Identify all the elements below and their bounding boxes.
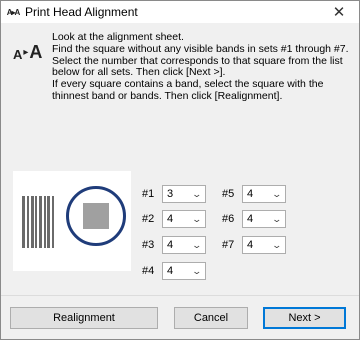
set-label-4: #4 <box>142 265 155 277</box>
set-value-6: 4 <box>247 213 254 225</box>
chevron-down-icon: ⌄ <box>191 265 203 276</box>
button-bar: Realignment Cancel Next > <box>1 295 359 339</box>
dialog-window: A▸A Print Head Alignment ✕ A ▸ A Look at t… <box>0 0 360 340</box>
set-value-7: 4 <box>247 239 254 251</box>
set-label-5: #5 <box>222 188 235 200</box>
set-select-2[interactable]: 4 ⌄ <box>162 210 206 228</box>
set-row-5: #5 4 ⌄ <box>222 185 286 203</box>
set-row-7: #7 4 ⌄ <box>222 236 286 254</box>
set-label-7: #7 <box>222 239 235 251</box>
set-row-2: #2 4 ⌄ <box>142 210 206 228</box>
alignment-sample-image <box>13 171 131 271</box>
set-row-6: #6 4 ⌄ <box>222 210 286 228</box>
set-label-1: #1 <box>142 188 155 200</box>
chevron-down-icon: ⌄ <box>191 213 203 224</box>
window-title: Print Head Alignment <box>25 5 138 19</box>
chevron-down-icon: ⌄ <box>271 213 283 224</box>
next-button[interactable]: Next > <box>263 307 346 329</box>
instruction-line-2: Find the square without any visible band… <box>52 42 349 79</box>
set-row-1: #1 3 ⌄ <box>142 185 206 203</box>
alignment-aa-icon: A ▸ A <box>13 42 43 62</box>
set-value-5: 4 <box>247 188 254 200</box>
cancel-button[interactable]: Cancel <box>174 307 248 329</box>
set-select-6[interactable]: 4 ⌄ <box>242 210 286 228</box>
chevron-down-icon: ⌄ <box>271 239 283 250</box>
realignment-button[interactable]: Realignment <box>10 307 158 329</box>
set-select-4[interactable]: 4 ⌄ <box>162 262 206 280</box>
set-value-3: 4 <box>167 239 174 251</box>
chevron-down-icon: ⌄ <box>271 188 283 199</box>
set-value-2: 4 <box>167 213 174 225</box>
set-row-3: #3 4 ⌄ <box>142 236 206 254</box>
banded-pattern <box>22 196 54 248</box>
set-select-3[interactable]: 4 ⌄ <box>162 236 206 254</box>
set-label-6: #6 <box>222 213 235 225</box>
chevron-down-icon: ⌄ <box>191 188 203 199</box>
set-row-4: #4 4 ⌄ <box>142 262 206 280</box>
highlight-circle <box>66 186 126 246</box>
chevron-down-icon: ⌄ <box>191 239 203 250</box>
instruction-line-3: If every square contains a band, select … <box>52 78 324 102</box>
dialog-body: A ▸ A Look at the alignment sheet. Find th… <box>1 23 359 295</box>
instructions-text: Look at the alignment sheet. Find the sq… <box>52 31 352 103</box>
set-select-7[interactable]: 4 ⌄ <box>242 236 286 254</box>
set-label-2: #2 <box>142 213 155 225</box>
set-select-5[interactable]: 4 ⌄ <box>242 185 286 203</box>
close-button[interactable]: ✕ <box>319 1 359 23</box>
uniform-square <box>83 203 109 229</box>
set-value-1: 3 <box>167 188 174 200</box>
print-alignment-icon: A▸A <box>6 7 21 17</box>
title-bar: A▸A Print Head Alignment ✕ <box>1 1 359 23</box>
set-select-1[interactable]: 3 ⌄ <box>162 185 206 203</box>
set-value-4: 4 <box>167 265 174 277</box>
set-label-3: #3 <box>142 239 155 251</box>
